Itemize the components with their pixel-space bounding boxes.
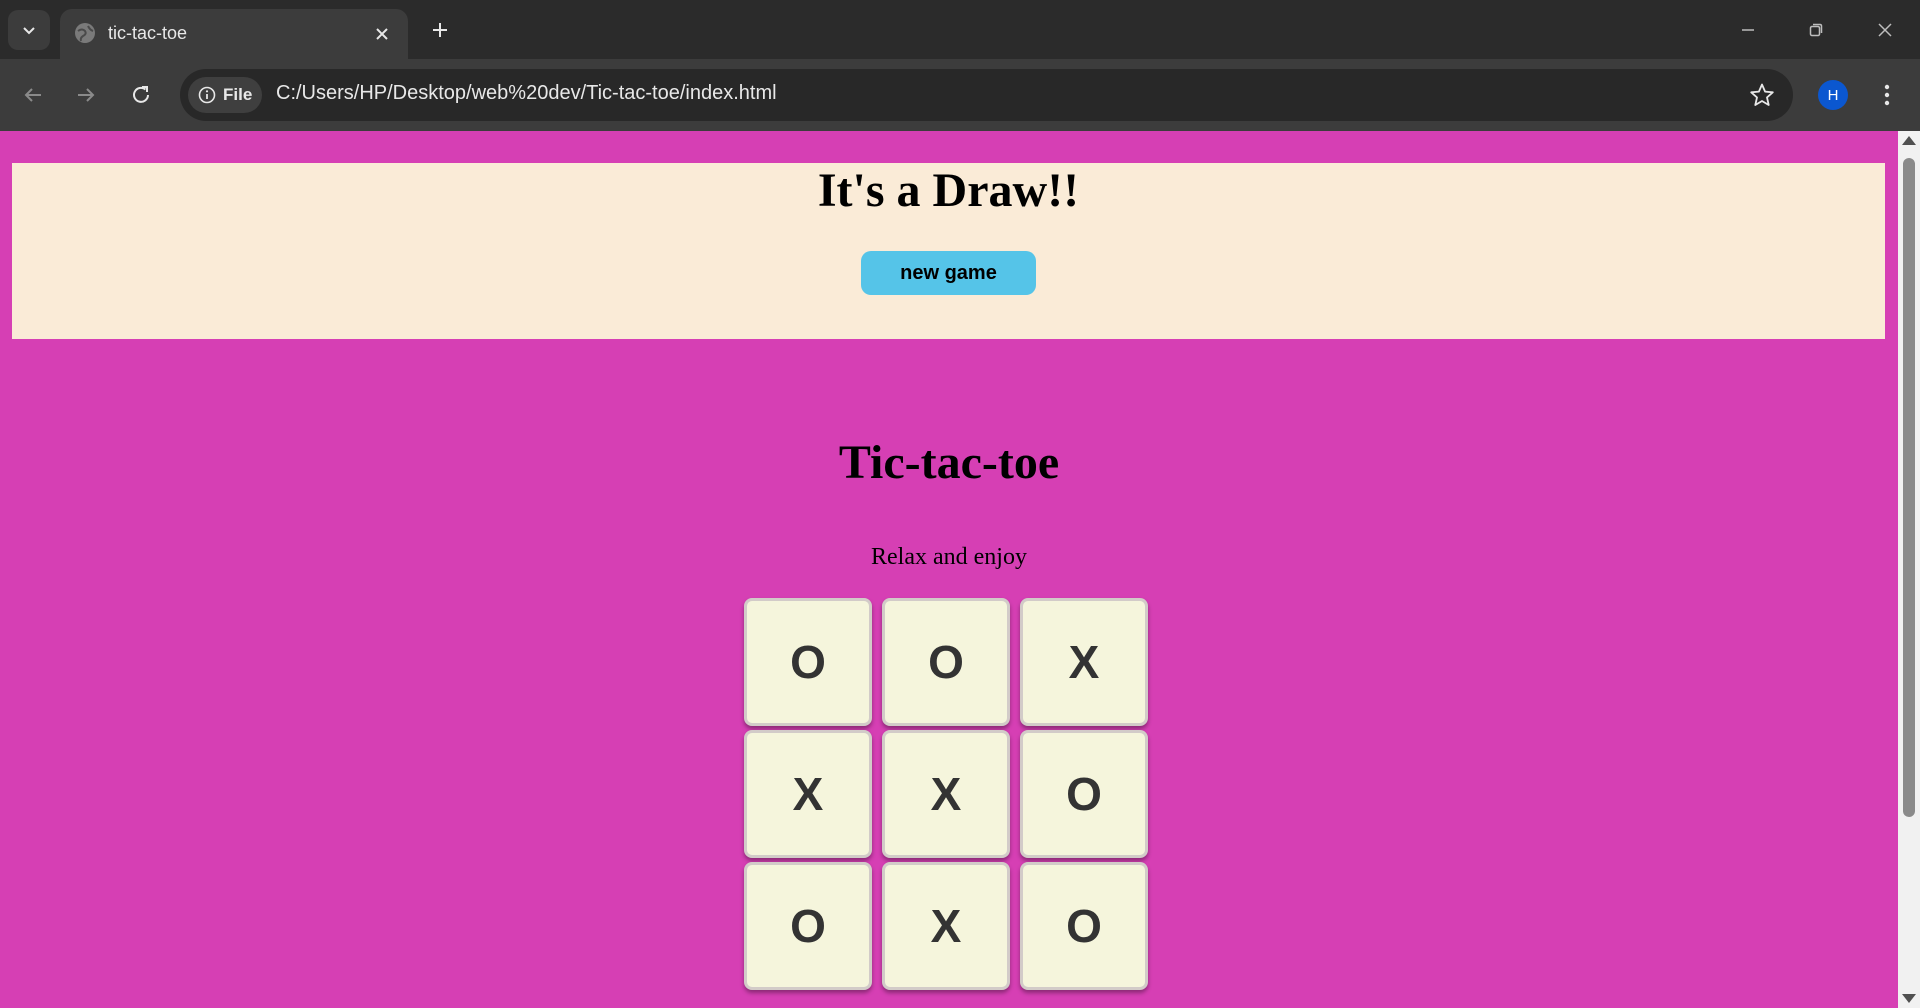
- star-icon[interactable]: [1749, 82, 1775, 108]
- restore-button[interactable]: [1793, 8, 1839, 52]
- tab-title: tic-tac-toe: [108, 23, 188, 43]
- window-close-icon: [1878, 23, 1892, 37]
- result-banner: It's a Draw!! new game: [12, 163, 1885, 339]
- plus-icon: [433, 23, 447, 37]
- page-title: Tic-tac-toe: [838, 436, 1060, 489]
- board-cell[interactable]: O: [744, 598, 872, 726]
- scroll-up-arrow-icon[interactable]: [1902, 136, 1916, 145]
- profile-avatar[interactable]: H: [1818, 80, 1848, 110]
- board-cell[interactable]: O: [882, 598, 1010, 726]
- vertical-scrollbar[interactable]: [1898, 131, 1920, 1008]
- info-icon: [198, 86, 216, 104]
- new-game-button[interactable]: new game: [861, 251, 1036, 295]
- close-tab-button[interactable]: [370, 22, 394, 46]
- board-cell[interactable]: O: [744, 862, 872, 990]
- board-cell[interactable]: X: [744, 730, 872, 858]
- window-close-button[interactable]: [1862, 8, 1908, 52]
- url-text[interactable]: C:/Users/HP/Desktop/web%20dev/Tic-tac-to…: [276, 82, 777, 105]
- board-cell[interactable]: X: [1020, 598, 1148, 726]
- close-icon: [376, 28, 388, 40]
- minimize-icon: [1742, 29, 1754, 31]
- browser-tab[interactable]: tic-tac-toe: [60, 9, 408, 59]
- reload-icon: [133, 86, 149, 103]
- result-message: It's a Draw!!: [817, 164, 1080, 217]
- back-button[interactable]: [13, 75, 53, 115]
- site-info-chip[interactable]: File: [188, 77, 262, 113]
- page-viewport: It's a Draw!! new game Tic-tac-toe Relax…: [0, 131, 1898, 1008]
- kebab-menu-icon: [1884, 84, 1890, 106]
- browser-toolbar: File C:/Users/HP/Desktop/web%20dev/Tic-t…: [0, 59, 1920, 131]
- address-bar[interactable]: File C:/Users/HP/Desktop/web%20dev/Tic-t…: [180, 69, 1793, 121]
- forward-button[interactable]: [66, 75, 106, 115]
- site-info-label: File: [223, 85, 253, 104]
- page-subtitle: Relax and enjoy: [871, 544, 1027, 570]
- browser-menu-button[interactable]: [1872, 75, 1902, 115]
- minimize-button[interactable]: [1725, 8, 1771, 52]
- board-cell[interactable]: X: [882, 862, 1010, 990]
- tab-strip: tic-tac-toe: [0, 0, 1920, 59]
- board-cell[interactable]: O: [1020, 730, 1148, 858]
- board-cell[interactable]: X: [882, 730, 1010, 858]
- chevron-down-icon: [23, 27, 35, 35]
- new-tab-button[interactable]: [422, 12, 458, 48]
- globe-icon: [75, 23, 95, 43]
- forward-arrow-icon: [78, 88, 95, 102]
- scroll-down-arrow-icon[interactable]: [1902, 994, 1916, 1003]
- back-arrow-icon: [24, 88, 41, 102]
- restore-icon: [1809, 23, 1823, 37]
- reload-button[interactable]: [121, 75, 161, 115]
- board-cell[interactable]: O: [1020, 862, 1148, 990]
- scrollbar-thumb[interactable]: [1903, 158, 1915, 817]
- tab-search-button[interactable]: [8, 10, 50, 50]
